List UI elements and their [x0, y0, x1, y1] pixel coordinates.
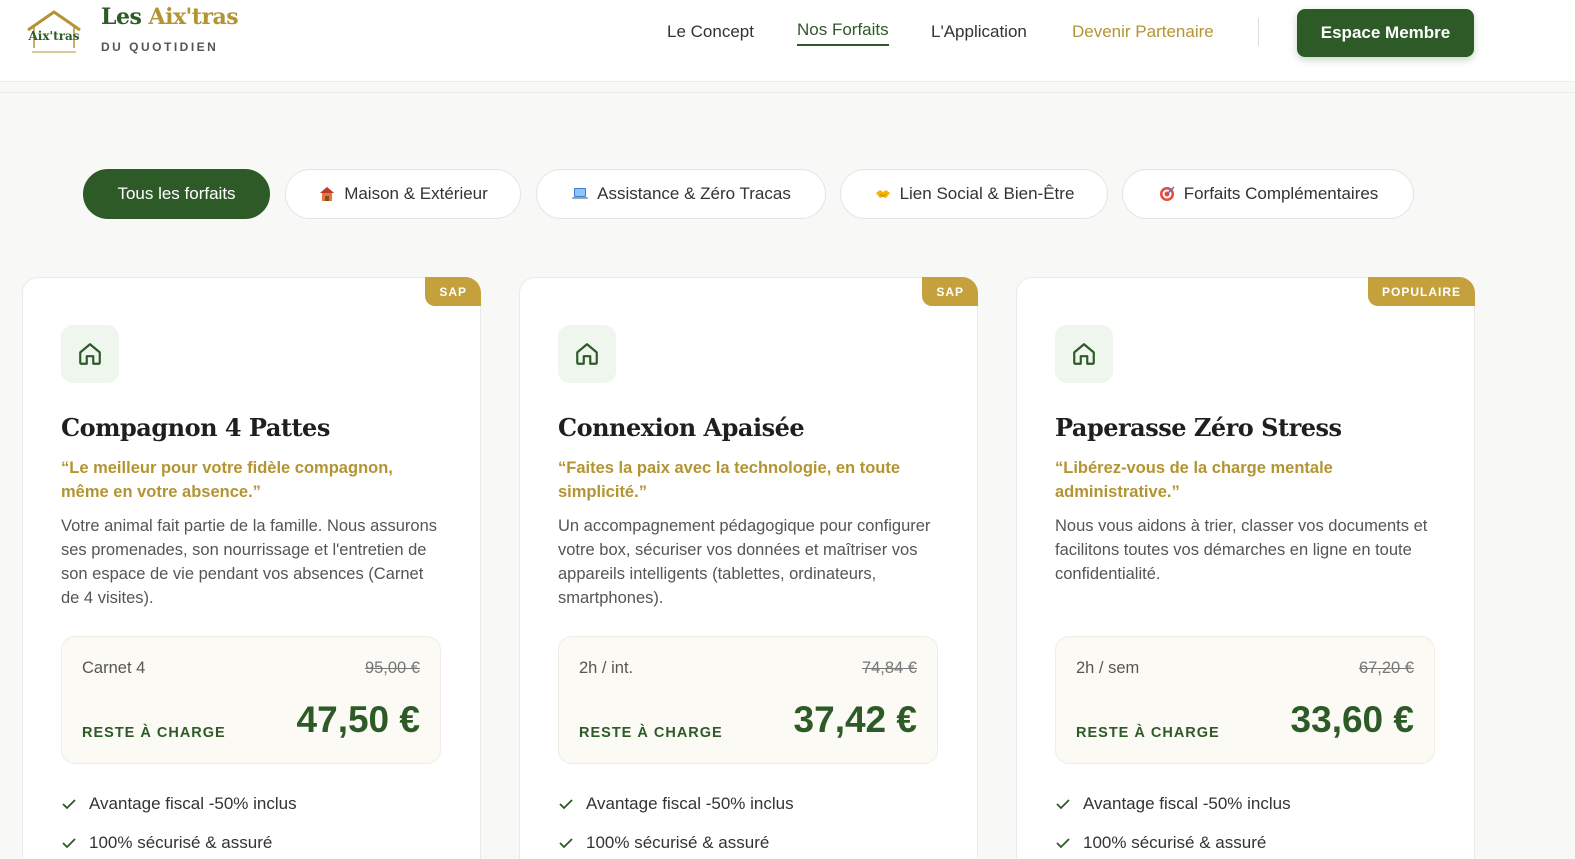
member-area-button[interactable]: Espace Membre [1297, 9, 1474, 57]
sap-badge: SAP [425, 277, 481, 306]
nav-devenir-partenaire[interactable]: Devenir Partenaire [1072, 22, 1214, 42]
nav-nos-forfaits[interactable]: Nos Forfaits [797, 20, 889, 46]
card-home-icon-box [1055, 325, 1113, 383]
logo-subtitle: DU QUOTIDIEN [101, 40, 219, 54]
laptop-icon [571, 185, 589, 203]
feature-item: 100% sécurisé & assuré [61, 833, 272, 853]
check-icon [1056, 838, 1070, 849]
feature-item: Avantage fiscal -50% inclus [61, 794, 297, 814]
price-unit: 2h / sem [1076, 659, 1140, 677]
feature-label: Avantage fiscal -50% inclus [89, 794, 297, 813]
feature-item: Avantage fiscal -50% inclus [558, 794, 794, 814]
current-price: 37,42 € [793, 699, 917, 740]
charge-label: RESTE À CHARGE [1076, 725, 1220, 741]
check-icon [1056, 799, 1070, 810]
handshake-icon [874, 185, 892, 203]
charge-label: RESTE À CHARGE [82, 725, 226, 741]
filter-label: Lien Social & Bien-Être [899, 184, 1075, 203]
logo-title-main: Les [101, 4, 149, 30]
feature-item: Avantage fiscal -50% inclus [1055, 794, 1291, 814]
filter-label: Assistance & Zéro Tracas [597, 184, 791, 203]
old-price: 74,84 € [861, 659, 917, 677]
home-icon [576, 343, 598, 365]
filter-maison-exterieur[interactable]: Maison & Extérieur [285, 169, 521, 219]
logo-mark-text: Aix'tras [27, 29, 79, 43]
nav-l-application[interactable]: L'Application [931, 22, 1027, 42]
current-price: 47,50 € [296, 699, 420, 740]
price-box: Carnet 4 95,00 € RESTE À CHARGE 47,50 € [61, 636, 441, 764]
check-icon [62, 799, 76, 810]
nav-le-concept[interactable]: Le Concept [667, 22, 754, 42]
card-home-icon-box [61, 325, 119, 383]
package-card-connexion[interactable]: SAP Connexion Apaisée “Faites la paix av… [519, 277, 978, 859]
card-quote: “Libérez-vous de la charge mentale admin… [1055, 459, 1333, 501]
filter-complementaires[interactable]: Forfaits Complémentaires [1122, 169, 1414, 219]
home-icon [1073, 343, 1095, 365]
popular-badge: POPULAIRE [1367, 277, 1475, 306]
price-unit: 2h / int. [579, 659, 634, 677]
card-description: Un accompagnement pédagogique pour confi… [558, 517, 931, 607]
filter-lien-social[interactable]: Lien Social & Bien-Être [840, 169, 1108, 219]
card-quote: “Le meilleur pour votre fidèle compagnon… [61, 459, 393, 501]
feature-item: 100% sécurisé & assuré [558, 833, 769, 853]
package-card-compagnon[interactable]: SAP Compagnon 4 Pattes “Le meilleur pour… [22, 277, 481, 859]
filter-label: Tous les forfaits [117, 184, 236, 203]
current-price: 33,60 € [1290, 699, 1414, 740]
card-title: Compagnon 4 Pattes [61, 413, 330, 442]
nav-divider [1258, 18, 1259, 46]
filter-assistance[interactable]: Assistance & Zéro Tracas [536, 169, 826, 219]
card-title: Paperasse Zéro Stress [1055, 413, 1342, 442]
check-icon [559, 799, 573, 810]
sap-badge: SAP [922, 277, 978, 306]
logo-title-accent: Aix'tras [148, 4, 239, 30]
card-home-icon-box [558, 325, 616, 383]
filter-label: Forfaits Complémentaires [1183, 184, 1379, 203]
feature-label: 100% sécurisé & assuré [1083, 833, 1267, 852]
feature-label: 100% sécurisé & assuré [89, 833, 273, 852]
feature-label: 100% sécurisé & assuré [586, 833, 770, 852]
card-description: Nous vous aidons à trier, classer vos do… [1055, 517, 1428, 583]
feature-item: 100% sécurisé & assuré [1055, 833, 1266, 853]
check-icon [559, 838, 573, 849]
package-card-paperasse[interactable]: POPULAIRE Paperasse Zéro Stress “Libérez… [1016, 277, 1475, 859]
header-divider [0, 92, 1575, 93]
old-price: 67,20 € [1358, 659, 1414, 677]
feature-label: Avantage fiscal -50% inclus [586, 794, 794, 813]
card-description: Votre animal fait partie de la famille. … [61, 517, 438, 607]
logo-icon[interactable]: Aix'tras [24, 8, 84, 58]
target-icon [1158, 185, 1176, 203]
check-icon [62, 838, 76, 849]
price-box: 2h / sem 67,20 € RESTE À CHARGE 33,60 € [1055, 636, 1435, 764]
card-quote: “Faites la paix avec la technologie, en … [558, 459, 901, 501]
old-price: 95,00 € [364, 659, 420, 677]
filter-all[interactable]: Tous les forfaits [83, 169, 270, 219]
price-unit: Carnet 4 [82, 659, 146, 677]
house-icon [318, 185, 336, 203]
home-icon [79, 343, 101, 365]
feature-label: Avantage fiscal -50% inclus [1083, 794, 1291, 813]
price-box: 2h / int. 74,84 € RESTE À CHARGE 37,42 € [558, 636, 938, 764]
site-header: Aix'tras Les Aix'tras DU QUOTIDIEN Le Co… [0, 0, 1575, 82]
charge-label: RESTE À CHARGE [579, 725, 723, 741]
filter-label: Maison & Extérieur [344, 184, 488, 203]
card-title: Connexion Apaisée [558, 413, 805, 442]
logo-title[interactable]: Les Aix'tras [101, 4, 239, 30]
